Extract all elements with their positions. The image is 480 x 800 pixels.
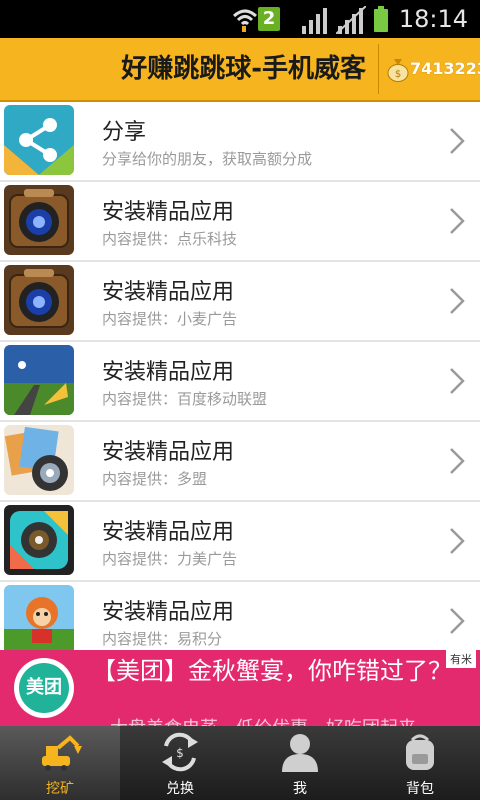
item-subtitle: 内容提供：多盟 <box>102 470 208 488</box>
camera-app-icon <box>4 185 74 255</box>
list-item[interactable]: 安装精品应用 内容提供：点乐科技 <box>0 182 480 262</box>
svg-text:$: $ <box>176 746 184 760</box>
user-icon <box>282 734 318 772</box>
share-icon <box>4 105 74 175</box>
item-title: 分享 <box>102 120 147 145</box>
wifi-icon <box>232 9 258 32</box>
item-subtitle: 分享给你的朋友，获取高额分成 <box>102 150 313 168</box>
list-item[interactable]: 安装精品应用 内容提供：小麦广告 <box>0 262 480 342</box>
lens-app-icon <box>4 505 74 575</box>
backpack-icon <box>406 734 434 770</box>
clock: 18:14 <box>398 5 468 33</box>
list-item[interactable]: 安装精品应用 内容提供：多盟 <box>0 422 480 502</box>
item-subtitle: 内容提供：百度移动联盟 <box>102 390 268 408</box>
ad-banner[interactable]: 美团 【美团】金秋蟹宴，你咋错过了？ 大盘美食电蒸，低价优惠，好吃团起来 有米 <box>0 650 480 726</box>
task-list: 分享 分享给你的朋友，获取高额分成 安装精品应用 内容提供：点乐科技 安装精品应… <box>0 102 480 650</box>
map-app-icon <box>4 345 74 415</box>
svg-text:$: $ <box>395 69 401 80</box>
battery-icon <box>374 6 388 32</box>
chevron-right-icon <box>450 368 465 394</box>
ad-tagline: 大盘美食电蒸，低价优惠，好吃团起来 <box>110 714 416 726</box>
ad-logo-text: 美团 <box>19 663 69 713</box>
chevron-right-icon <box>450 128 465 154</box>
item-subtitle: 内容提供：小麦广告 <box>102 310 238 328</box>
list-item[interactable]: 分享 分享给你的朋友，获取高额分成 <box>0 102 480 182</box>
item-title: 安装精品应用 <box>102 440 235 465</box>
ad-provider-tag: 有米 <box>446 650 476 668</box>
tab-label: 背包 <box>406 781 434 797</box>
photo-app-icon <box>4 425 74 495</box>
chevron-right-icon <box>450 208 465 234</box>
exchange-icon: $ <box>162 732 198 772</box>
status-bar: 2 18:14 <box>0 0 480 38</box>
meituan-logo: 美团 <box>14 658 74 718</box>
tab-me[interactable]: 我 <box>240 726 360 800</box>
signal-icon <box>336 6 366 34</box>
item-subtitle: 内容提供：点乐科技 <box>102 230 238 248</box>
list-item[interactable]: 安装精品应用 内容提供：百度移动联盟 <box>0 342 480 422</box>
coin-balance: 7413223 <box>410 59 480 78</box>
header-divider <box>378 44 379 94</box>
item-subtitle: 内容提供：力美广告 <box>102 550 238 568</box>
item-subtitle: 内容提供：易积分 <box>102 630 223 648</box>
bottom-nav: 挖矿 $ 兑换 我 背包 <box>0 726 480 800</box>
ad-headline: 【美团】金秋蟹宴，你咋错过了？ <box>92 657 452 685</box>
chevron-right-icon <box>450 288 465 314</box>
tab-exchange[interactable]: $ 兑换 <box>120 726 240 800</box>
camera-app-icon <box>4 265 74 335</box>
item-title: 安装精品应用 <box>102 600 235 625</box>
excavator-icon <box>42 735 82 771</box>
item-title: 安装精品应用 <box>102 360 235 385</box>
list-item[interactable]: 安装精品应用 内容提供：易积分 <box>0 582 480 650</box>
tab-label: 我 <box>293 781 307 797</box>
tab-mining[interactable]: 挖矿 <box>0 726 120 800</box>
signal-icon <box>302 8 327 34</box>
chevron-right-icon <box>450 608 465 634</box>
tab-label: 兑换 <box>166 781 194 797</box>
money-bag-icon: $ <box>387 59 409 82</box>
item-title: 安装精品应用 <box>102 280 235 305</box>
item-title: 安装精品应用 <box>102 200 235 225</box>
tab-label: 挖矿 <box>46 781 74 797</box>
chevron-right-icon <box>450 528 465 554</box>
list-item[interactable]: 安装精品应用 内容提供：力美广告 <box>0 502 480 582</box>
page-title: 好赚跳跳球-手机威客 <box>121 54 366 84</box>
item-title: 安装精品应用 <box>102 520 235 545</box>
monkey-app-icon <box>4 585 74 650</box>
notification-badge: 2 <box>258 7 280 31</box>
app-header: 好赚跳跳球-手机威客 $ 7413223 <box>0 38 480 102</box>
tab-backpack[interactable]: 背包 <box>360 726 480 800</box>
chevron-right-icon <box>450 448 465 474</box>
